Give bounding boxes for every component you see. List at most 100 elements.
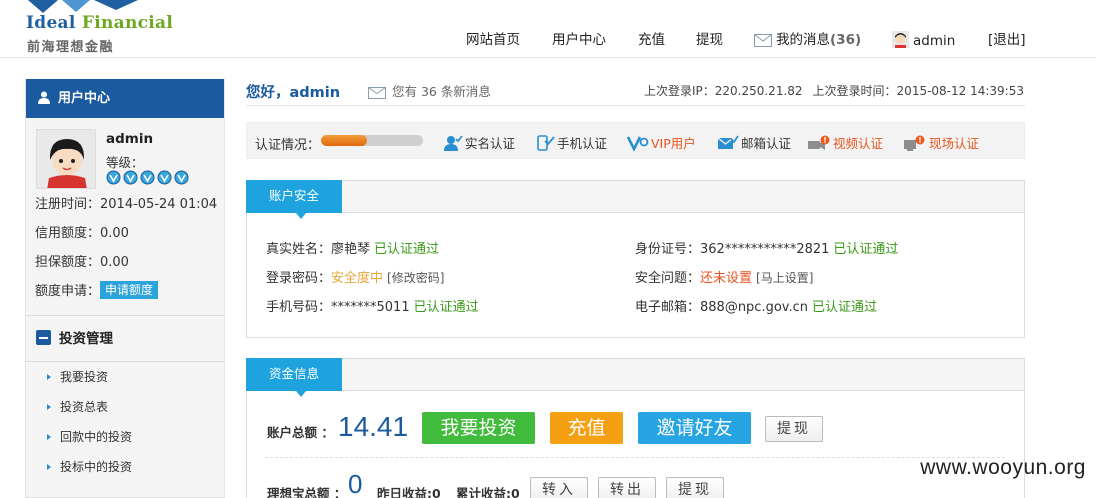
profile-name: admin [106,131,154,147]
auth-realname[interactable]: 实名认证 [443,133,515,152]
invest-section-header[interactable]: 投资管理 [26,316,224,362]
invest-section-title: 投资管理 [59,331,113,347]
last-login-info: 上次登录IP：220.250.21.82 上次登录时间：2015-08-12 14… [644,82,1024,99]
account-security-panel: 账户安全 真实姓名：廖艳琴 已认证通过 登录密码：安全度中 [修改密码] 手机号码：… [246,180,1025,338]
withdraw-button[interactable]: 提现 [765,416,823,442]
yesterday-income: 昨日收益:0 [377,486,441,498]
auth-phone[interactable]: 手机认证 [537,133,607,152]
auth-video[interactable]: 视频认证 [807,133,883,152]
sidebar-item-bidding[interactable]: 投标中的投资 [26,452,224,482]
nav-user-center[interactable]: 用户中心 [552,31,606,49]
id-card-status: 已认证通过 [833,242,899,257]
panel-header: 账户安全 [246,180,1024,219]
level-badges [106,170,189,186]
phone-row: 手机号码：*******5011 已认证通过 [266,296,479,315]
password-strength: 安全度中 [331,271,384,286]
phone-number: 手机号码：*******5011 [266,300,410,315]
real-name: 真实姓名：廖艳琴 [266,242,371,257]
level-badge-icon [157,170,172,185]
funds-divider [265,457,1005,458]
bullet-arrow-icon [47,374,51,380]
person-icon [38,91,50,104]
phone-status: 已认证通过 [413,300,479,315]
nav-messages-label: 我的消息 [776,32,830,48]
change-password-link[interactable]: [修改密码] [387,271,444,285]
top-nav: 网站首页 用户中心 充值 提现 我的消息(36) admin [退出] [0,31,1096,51]
sidebar-header[interactable]: 用户中心 [26,79,224,118]
auth-progress-bar [321,135,423,146]
guarantee-limit: 担保额度：0.00 [35,255,129,270]
bullet-arrow-icon [47,434,51,440]
set-question-link[interactable]: [马上设置] [756,271,813,285]
email-address: 电子邮箱：888@npc.gov.cn [635,300,808,315]
onsite-alert-icon [904,135,925,151]
greeting: 您好，admin [246,85,341,101]
avatar[interactable] [36,129,96,189]
bullet-arrow-icon [47,464,51,470]
site-header: Ideal Financial 前海理想金融 网站首页 用户中心 充值 提现 我… [0,0,1096,58]
bao-total-value: 0 [348,469,363,498]
auth-onsite[interactable]: 现场认证 [903,133,979,152]
vip-icon [627,135,649,151]
transfer-in-button[interactable]: 转入 [530,477,588,498]
invite-friends-button[interactable]: 邀请好友 [638,412,751,444]
id-card-row: 身份证号：362***********2821 已认证通过 [635,238,898,257]
nav-recharge[interactable]: 充值 [638,31,665,49]
bao-total-label: 理想宝总额 ： [267,486,347,498]
recharge-button[interactable]: 充值 [550,412,623,444]
question-label: 安全问题： [635,271,701,286]
cartoon-avatar-icon [37,130,95,188]
message-note[interactable]: 您有 36 条新消息 [368,81,491,100]
profile-level-label: 等级： [106,155,144,170]
nav-logout[interactable]: [退出] [988,31,1026,49]
nav-messages[interactable]: 我的消息(36) [754,31,861,49]
apply-limit-button[interactable]: 申请额度 [100,281,159,299]
last-login-time: 上次登录时间：2015-08-12 14:39:53 [812,84,1024,98]
user-avatar-icon [892,31,909,48]
phone-check-icon [537,134,555,151]
header-divider [246,105,1025,106]
real-name-status: 已认证通过 [374,242,440,257]
sidebar-item-repaying[interactable]: 回款中的投资 [26,422,224,452]
nav-messages-count: (36) [830,32,862,48]
nav-username: admin [913,33,956,49]
nav-home[interactable]: 网站首页 [466,31,520,49]
question-status: 还未设置 [700,271,753,286]
tab-funds[interactable]: 资金信息 [246,358,342,397]
cumulative-income: 累计收益:0 [456,486,520,498]
sidebar: 用户中心 admin 等级： 注册时间：2014-05-24 01:04 信用额… [25,79,225,498]
credit-limit: 信用额度：0.00 [35,226,129,241]
level-badge-icon [123,170,138,185]
auth-vip[interactable]: VIP用户 [627,133,696,152]
email-status: 已认证通过 [812,300,878,315]
envelope-icon [368,87,386,99]
limit-apply-row: 额度申请： 申请额度 [26,277,224,306]
level-badge-icon [140,170,155,185]
auth-email[interactable]: 邮箱认证 [717,133,791,152]
nav-withdraw[interactable]: 提现 [696,31,723,49]
register-time: 注册时间：2014-05-24 01:04 [35,197,218,212]
real-name-row: 真实姓名：廖艳琴 已认证通过 [266,238,439,257]
last-login-ip: 上次登录IP：220.250.21.82 [643,84,803,98]
message-note-text: 您有 36 条新消息 [392,84,491,99]
id-person-icon [444,134,463,151]
limit-apply-label: 额度申请： [35,284,101,299]
logo-mark-icon[interactable] [28,0,138,13]
tab-account-security[interactable]: 账户安全 [246,180,342,219]
sidebar-item-invest[interactable]: 我要投资 [26,362,224,392]
sidebar-item-invest-summary[interactable]: 投资总表 [26,392,224,422]
transfer-out-button[interactable]: 转出 [598,477,656,498]
bao-withdraw-button[interactable]: 提现 [666,477,724,498]
auth-status-bar: 认证情况： 实名认证 手机认证 VIP用户 邮箱认证 视频认证 现场认证 [246,122,1025,159]
password-label: 登录密码： [266,271,332,286]
funds-panel: 资金信息 账户总额 ： 14.41 我要投资 充值 邀请好友 提现 理想宝总额 … [246,358,1025,498]
nav-user[interactable]: admin [892,31,955,50]
logo-text-en[interactable]: Ideal Financial [26,13,173,33]
invest-button[interactable]: 我要投资 [422,412,535,444]
bullet-arrow-icon [47,404,51,410]
email-row: 电子邮箱：888@npc.gov.cn 已认证通过 [635,296,877,315]
email-check-icon [717,135,739,149]
envelope-icon [754,34,772,47]
watermark: www.wooyun.org [920,456,1086,479]
collapse-icon[interactable] [36,330,51,345]
